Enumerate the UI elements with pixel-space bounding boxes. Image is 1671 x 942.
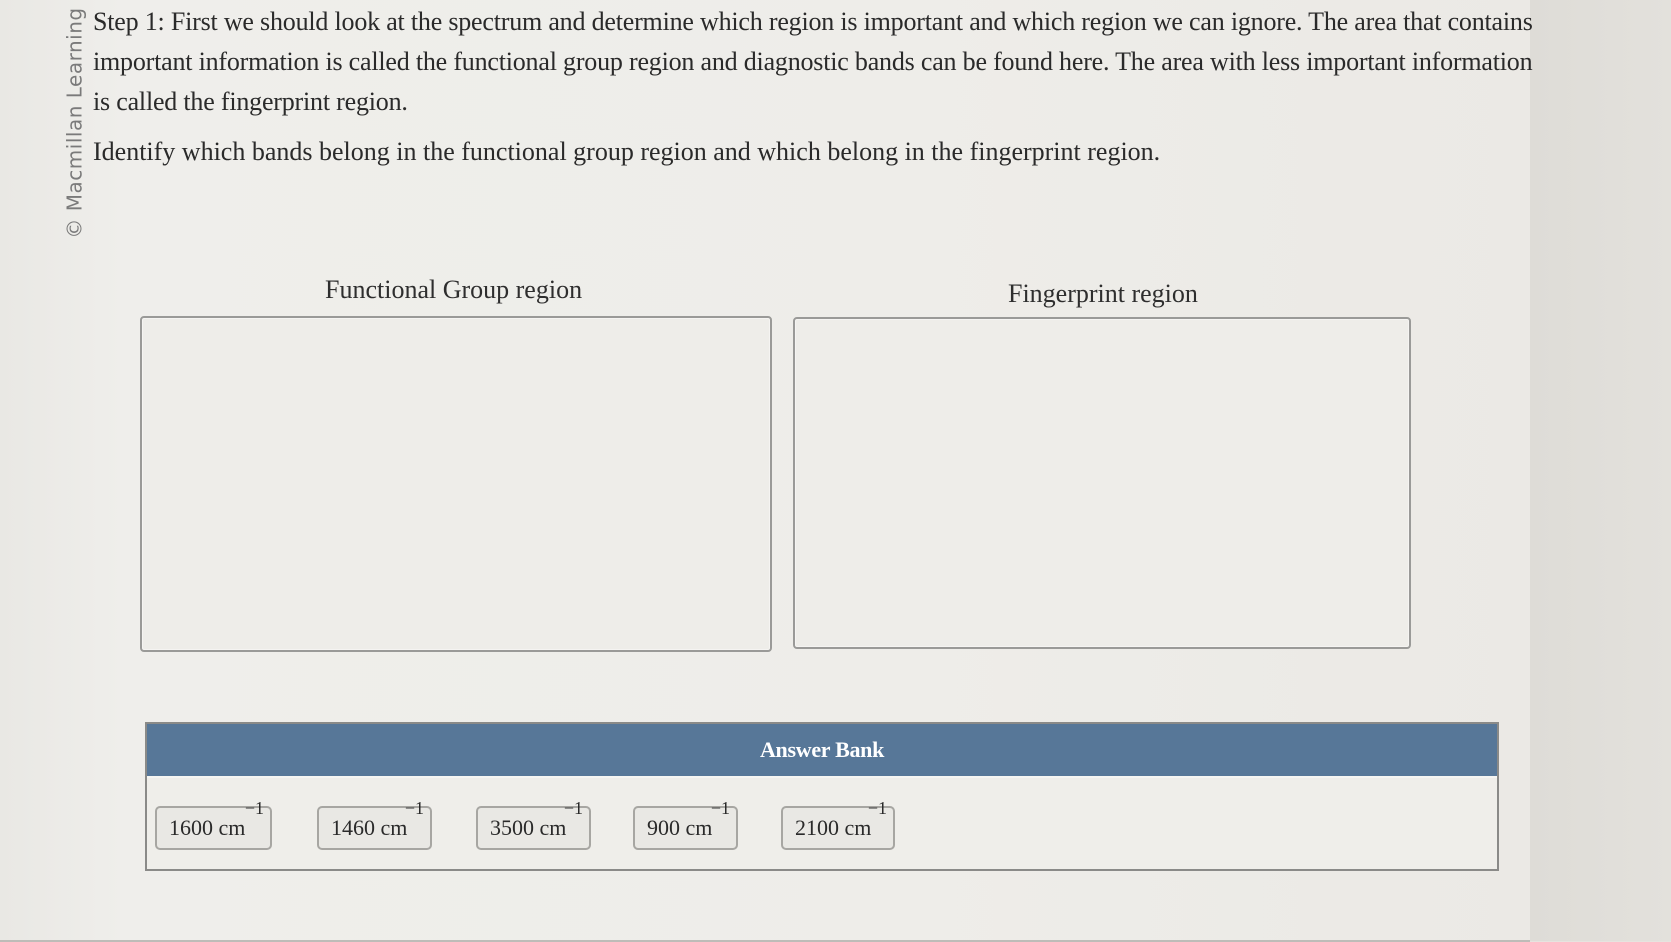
chip-value: 1600 cm	[169, 815, 246, 840]
functional-group-label: Functional Group region	[325, 275, 583, 304]
step-description: Step 1: First we should look at the spec…	[93, 7, 1533, 116]
answer-chip-2100[interactable]: 2100 cm −1	[781, 798, 895, 850]
chip-exponent: −1	[563, 798, 583, 818]
functional-group-dropzone[interactable]	[140, 316, 772, 652]
answer-chip-1460[interactable]: 1460 cm −1	[317, 798, 432, 850]
chip-exponent: −1	[244, 798, 264, 818]
watermark-text: © Macmillan Learning	[63, 7, 88, 239]
chip-value: 3500 cm	[490, 815, 567, 840]
chip-exponent: −1	[404, 798, 424, 818]
answer-bank-items: 1600 cm −1 1460 cm −1 3500 cm −1 900 cm …	[147, 778, 1497, 869]
question-prompt: Identify which bands belong in the funct…	[93, 137, 1161, 166]
instructions: Step 1: First we should look at the spec…	[93, 2, 1553, 172]
answer-chip-1600[interactable]: 1600 cm −1	[155, 798, 272, 850]
chip-value: 2100 cm	[795, 815, 872, 840]
answer-bank-title: Answer Bank	[759, 737, 885, 762]
chip-exponent: −1	[867, 798, 887, 818]
chip-exponent: −1	[710, 798, 730, 818]
answer-bank: Answer Bank 1600 cm −1 1460 cm −1 3500 c…	[145, 722, 1499, 871]
answer-chip-3500[interactable]: 3500 cm −1	[476, 798, 591, 850]
copyright-watermark: © Macmillan Learning	[60, 7, 90, 239]
chip-value: 900 cm	[647, 815, 713, 840]
answer-chip-900[interactable]: 900 cm −1	[633, 798, 738, 850]
chip-value: 1460 cm	[331, 815, 408, 840]
fingerprint-dropzone[interactable]	[793, 317, 1411, 649]
fingerprint-label: Fingerprint region	[1008, 279, 1198, 308]
answer-bank-header: Answer Bank	[147, 724, 1497, 778]
